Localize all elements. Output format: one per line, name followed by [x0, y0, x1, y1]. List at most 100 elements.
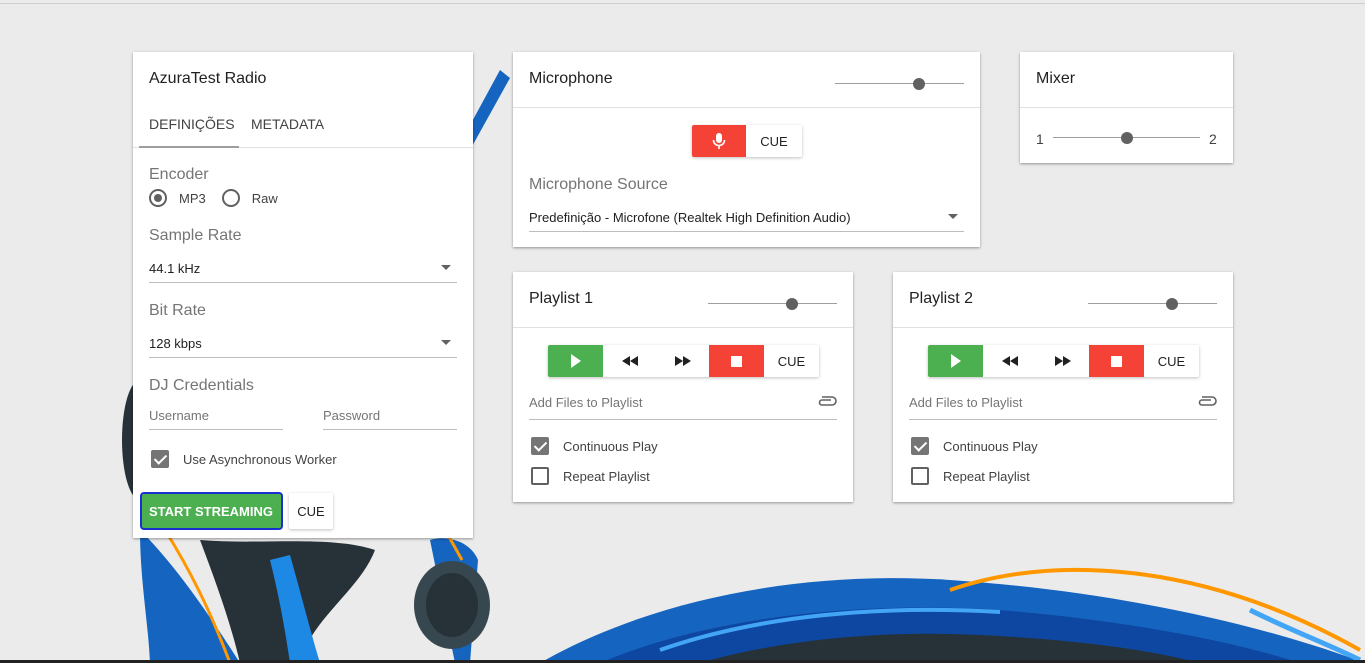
microphone-cue-button[interactable]: CUE — [746, 125, 802, 157]
add-files-label: Add Files to Playlist — [529, 395, 643, 410]
slider-thumb[interactable] — [1120, 132, 1133, 144]
microphone-source-value: Predefinição - Microfone (Realtek High D… — [529, 210, 851, 225]
slider-track — [1088, 303, 1217, 304]
playlist-2-repeat-row: Repeat Playlist — [911, 467, 1030, 485]
station-title: AzuraTest Radio — [149, 70, 267, 87]
microphone-icon — [712, 133, 726, 149]
async-worker-label: Use Asynchronous Worker — [183, 451, 337, 467]
active-tab-indicator — [139, 146, 239, 148]
settings-cue-button[interactable]: CUE — [289, 493, 333, 529]
playlist-1-continuous-row: Continuous Play — [531, 437, 658, 455]
playlist-1-next-button[interactable] — [656, 345, 709, 377]
tab-metadata[interactable]: METADATA — [251, 116, 324, 132]
async-worker-checkbox[interactable] — [151, 450, 169, 468]
playlist-2-continuous-checkbox[interactable] — [911, 437, 929, 455]
slider-track — [835, 83, 964, 84]
playlist-2-stop-button[interactable] — [1089, 345, 1144, 377]
encoder-raw-radio[interactable] — [221, 189, 240, 207]
playlist-1-repeat-checkbox[interactable] — [531, 467, 549, 485]
bit-rate-label: Bit Rate — [149, 302, 206, 319]
play-icon — [570, 354, 581, 368]
playlist-1-card: Playlist 1 CUE Add Files to Playlist Con… — [513, 272, 853, 502]
playlist-1-previous-button[interactable] — [603, 345, 656, 377]
slider-track — [708, 303, 837, 304]
playlist-2-controls: CUE — [928, 345, 1199, 377]
playlist-2-volume-slider[interactable] — [1088, 296, 1217, 312]
username-input[interactable]: Username — [149, 404, 283, 430]
mixer-card-header: Mixer — [1020, 52, 1233, 108]
playlist-2-repeat-checkbox[interactable] — [911, 467, 929, 485]
chevron-down-icon — [948, 214, 958, 219]
microphone-title: Microphone — [529, 70, 613, 87]
sample-rate-label: Sample Rate — [149, 227, 242, 244]
tab-definicoes[interactable]: DEFINIÇÕES — [149, 116, 235, 132]
mixer-right-label: 2 — [1209, 131, 1217, 147]
playlist-2-continuous-row: Continuous Play — [911, 437, 1038, 455]
playlist-1-continuous-checkbox[interactable] — [531, 437, 549, 455]
paperclip-icon[interactable] — [817, 394, 837, 408]
paperclip-icon[interactable] — [1197, 394, 1217, 408]
encoder-label: Encoder — [149, 166, 209, 183]
repeat-playlist-label: Repeat Playlist — [943, 468, 1030, 484]
rewind-icon — [1001, 356, 1018, 366]
settings-card-header: AzuraTest Radio — [133, 52, 473, 104]
continuous-play-label: Continuous Play — [943, 438, 1038, 454]
mixer-left-label: 1 — [1036, 131, 1044, 147]
chevron-down-icon — [441, 340, 451, 345]
rewind-icon — [621, 356, 638, 366]
stop-icon — [1111, 355, 1122, 367]
encoder-raw-label: Raw — [251, 190, 278, 206]
playlist-1-cue-button[interactable]: CUE — [764, 345, 819, 377]
username-placeholder: Username — [149, 408, 209, 423]
microphone-card: Microphone CUE Microphone Source Predefi… — [513, 52, 980, 247]
playlist-2-next-button[interactable] — [1036, 345, 1089, 377]
playlist-1-title: Playlist 1 — [529, 290, 594, 307]
playlist-2-add-files-input[interactable]: Add Files to Playlist — [909, 390, 1217, 420]
playlist-1-play-button[interactable] — [548, 345, 603, 377]
password-input[interactable]: Password — [323, 404, 457, 430]
sample-rate-select[interactable]: 44.1 kHz — [149, 253, 457, 283]
slider-thumb[interactable] — [1165, 298, 1178, 310]
microphone-card-header: Microphone — [513, 52, 980, 108]
mixer-crossfader-slider[interactable] — [1053, 130, 1200, 146]
microphone-source-select[interactable]: Predefinição - Microfone (Realtek High D… — [529, 202, 964, 232]
microphone-source-label: Microphone Source — [529, 176, 668, 193]
dj-credentials-label: DJ Credentials — [149, 377, 254, 394]
microphone-controls: CUE — [692, 125, 802, 157]
playlist-1-repeat-row: Repeat Playlist — [531, 467, 650, 485]
focus-highlight — [140, 492, 283, 530]
playlist-1-volume-slider[interactable] — [708, 296, 837, 312]
mixer-title: Mixer — [1036, 70, 1076, 87]
repeat-playlist-label: Repeat Playlist — [563, 468, 650, 484]
add-files-label: Add Files to Playlist — [909, 395, 1023, 410]
playlist-2-play-button[interactable] — [928, 345, 983, 377]
mixer-card: Mixer 1 2 — [1020, 52, 1233, 163]
playlist-2-card: Playlist 2 CUE Add Files to Playlist Con… — [893, 272, 1233, 502]
slider-thumb[interactable] — [912, 78, 925, 90]
password-placeholder: Password — [323, 408, 381, 423]
chevron-down-icon — [441, 265, 451, 270]
playlist-1-controls: CUE — [548, 345, 819, 377]
encoder-mp3-radio[interactable] — [149, 189, 167, 207]
playlist-1-stop-button[interactable] — [709, 345, 764, 377]
microphone-volume-slider[interactable] — [835, 76, 964, 92]
playlist-1-add-files-input[interactable]: Add Files to Playlist — [529, 390, 837, 420]
bit-rate-value: 128 kbps — [149, 336, 202, 351]
stop-icon — [731, 355, 742, 367]
stream-settings-card: AzuraTest Radio DEFINIÇÕES METADATA Enco… — [133, 52, 473, 538]
playlist-2-header: Playlist 2 — [893, 272, 1233, 328]
encoder-mp3-label: MP3 — [179, 190, 206, 206]
bit-rate-select[interactable]: 128 kbps — [149, 328, 457, 358]
settings-tabs: DEFINIÇÕES METADATA — [133, 106, 473, 148]
fast-forward-icon — [674, 356, 691, 366]
playlist-2-cue-button[interactable]: CUE — [1144, 345, 1199, 377]
play-icon — [950, 354, 961, 368]
slider-thumb[interactable] — [785, 298, 798, 310]
playlist-2-previous-button[interactable] — [983, 345, 1036, 377]
microphone-toggle-button[interactable] — [692, 125, 746, 157]
playlist-1-header: Playlist 1 — [513, 272, 853, 328]
playlist-2-title: Playlist 2 — [909, 290, 974, 307]
sample-rate-value: 44.1 kHz — [149, 261, 201, 276]
encoder-radio-group: MP3 Raw — [149, 188, 294, 208]
fast-forward-icon — [1054, 356, 1071, 366]
